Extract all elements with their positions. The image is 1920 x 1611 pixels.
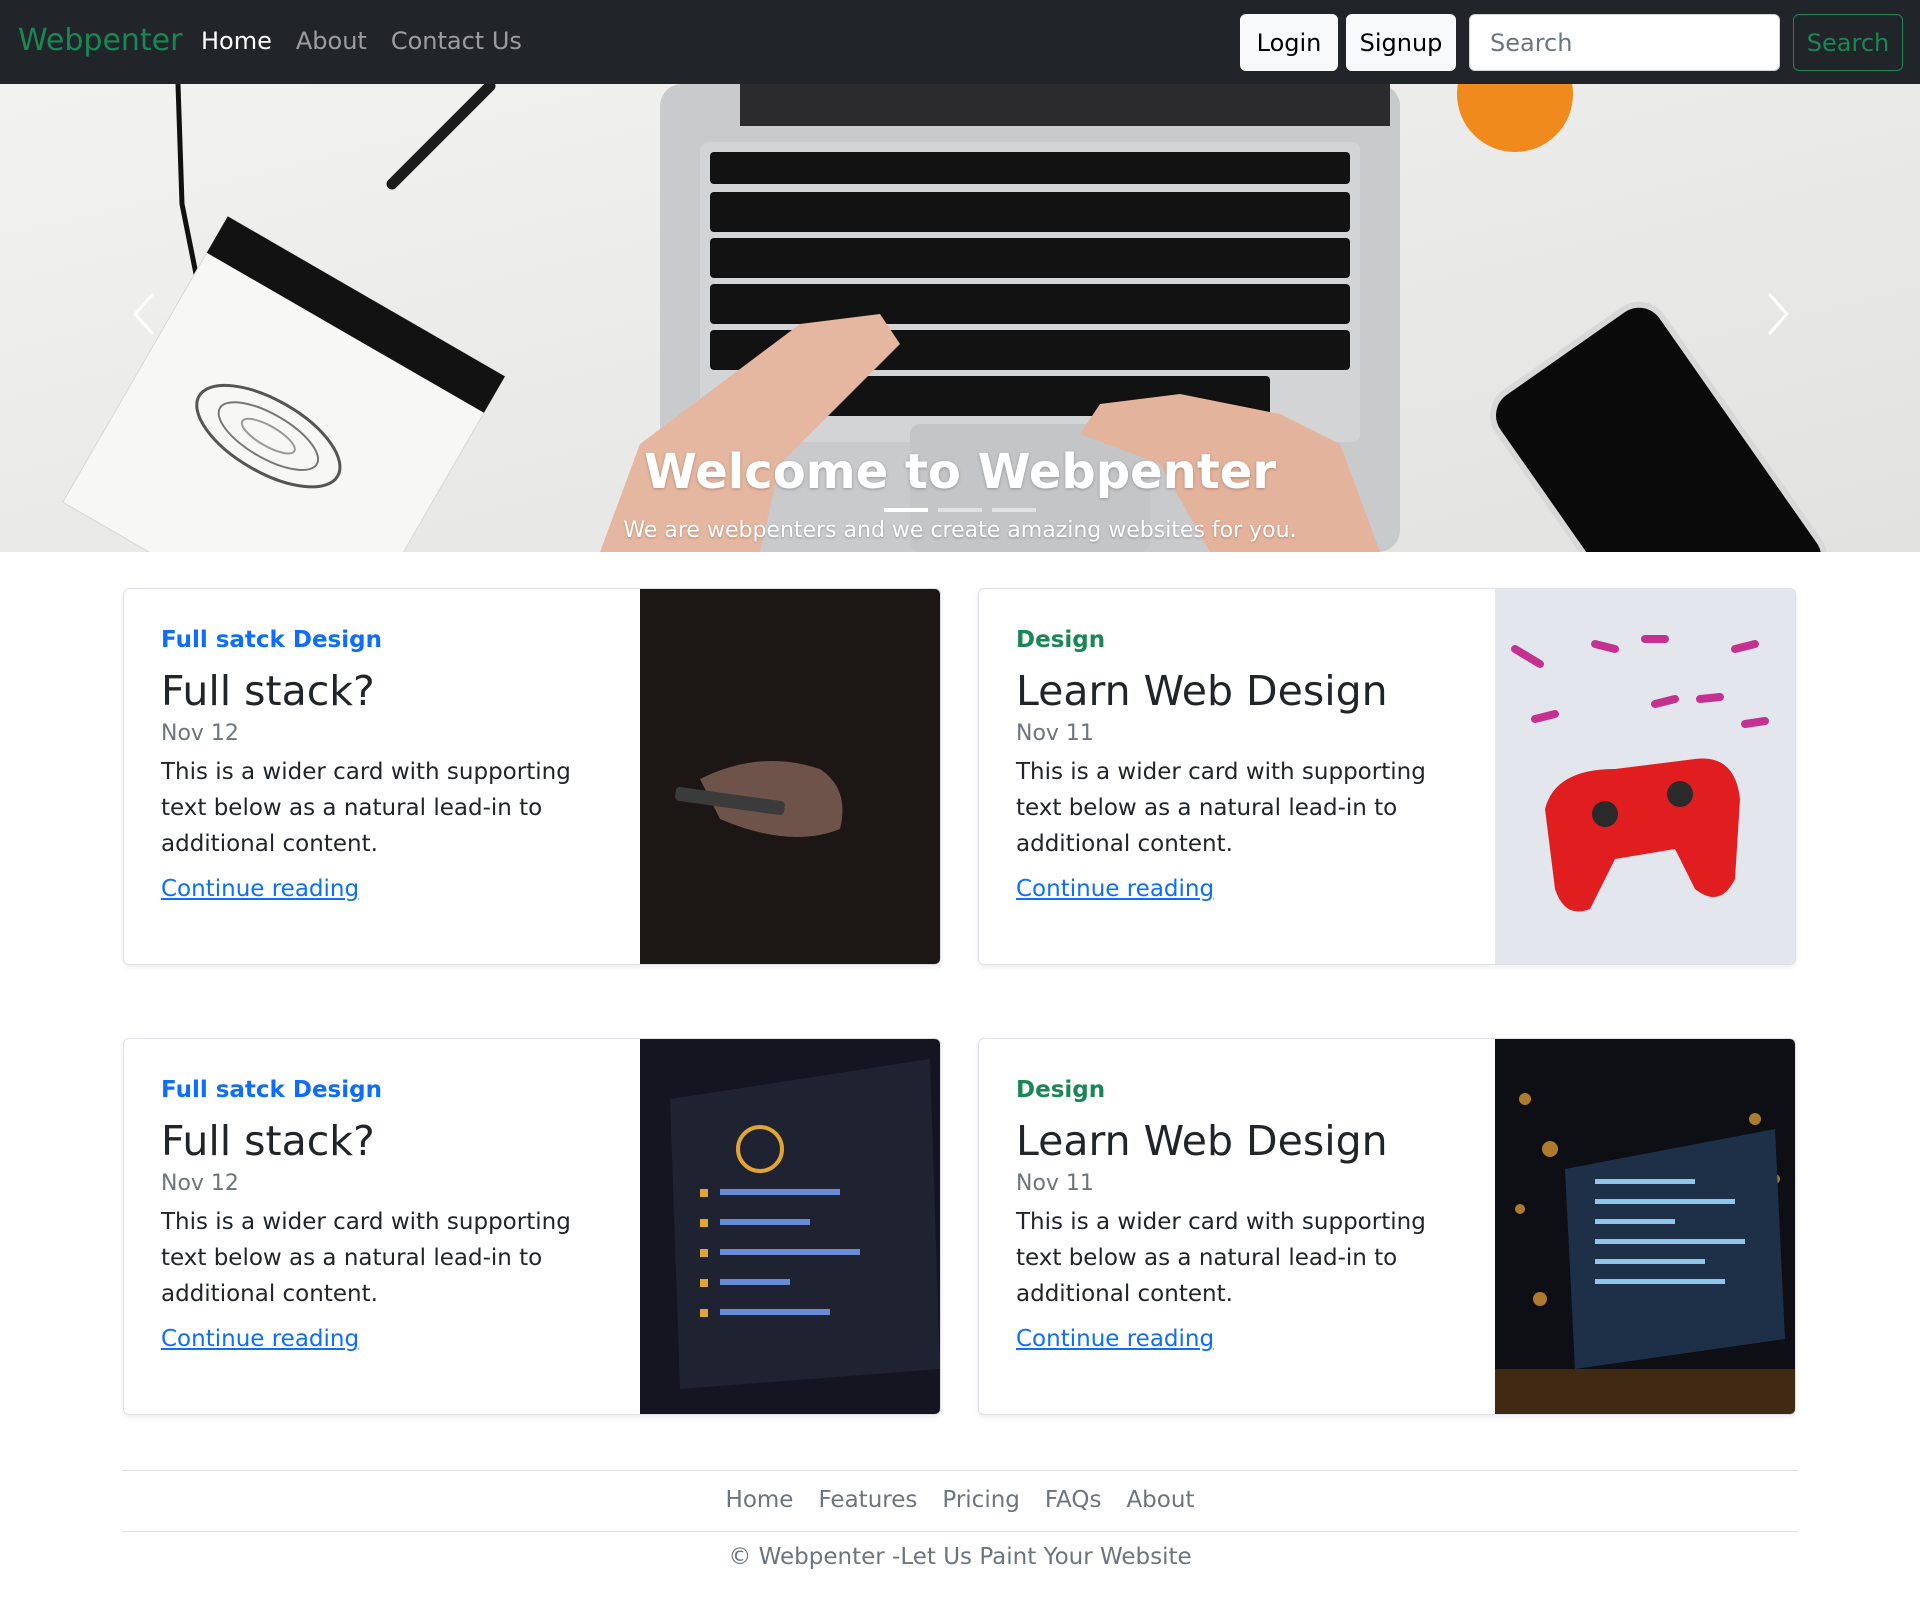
- card-text: This is a wider card with supporting tex…: [161, 1209, 571, 1307]
- card-image-gamepad: [1495, 589, 1795, 964]
- chevron-right-icon[interactable]: [1757, 284, 1797, 344]
- brand-logo[interactable]: Webpenter: [18, 23, 182, 58]
- card-category: Design: [1016, 1077, 1106, 1103]
- card-title: Full stack?: [161, 1117, 375, 1165]
- carousel-indicator-3[interactable]: [992, 508, 1036, 512]
- card-image-laptop-night: [1495, 1039, 1795, 1414]
- card-category: Full satck Design: [161, 627, 382, 653]
- card-title: Full stack?: [161, 667, 375, 715]
- search-input[interactable]: [1469, 14, 1780, 71]
- carousel-indicator-2[interactable]: [938, 508, 982, 512]
- footer-nav: Home Features Pricing FAQs About: [0, 1487, 1920, 1513]
- card-date: Nov 11: [1016, 1171, 1094, 1196]
- nav-link-contact-us[interactable]: Contact Us: [391, 27, 522, 55]
- login-button[interactable]: Login: [1240, 14, 1338, 71]
- card-image-phone-dark: [640, 589, 940, 964]
- footer-link-about[interactable]: About: [1126, 1487, 1194, 1513]
- card-image-laptop-code: [640, 1039, 940, 1414]
- card-category: Design: [1016, 627, 1106, 653]
- card-date: Nov 12: [161, 1171, 239, 1196]
- continue-reading-link[interactable]: Continue reading: [161, 876, 359, 902]
- carousel-indicators: [884, 508, 1036, 512]
- carousel-subtitle: We are webpenters and we create amazing …: [623, 518, 1297, 543]
- footer-divider-bottom: [122, 1531, 1798, 1532]
- blog-card: Design Learn Web Design Nov 11 This is a…: [978, 1038, 1796, 1415]
- card-category: Full satck Design: [161, 1077, 382, 1103]
- card-text: This is a wider card with supporting tex…: [161, 759, 571, 857]
- footer-link-pricing[interactable]: Pricing: [942, 1487, 1020, 1513]
- nav-links: Home About Contact Us: [201, 27, 522, 55]
- signup-button[interactable]: Signup: [1346, 14, 1456, 71]
- card-title: Learn Web Design: [1016, 667, 1388, 715]
- card-text: This is a wider card with supporting tex…: [1016, 1209, 1426, 1307]
- card-date: Nov 11: [1016, 721, 1094, 746]
- search-button[interactable]: Search: [1793, 14, 1903, 71]
- footer-link-faqs[interactable]: FAQs: [1045, 1487, 1102, 1513]
- chevron-left-icon[interactable]: [125, 284, 165, 344]
- continue-reading-link[interactable]: Continue reading: [1016, 876, 1214, 902]
- footer-link-home[interactable]: Home: [726, 1487, 794, 1513]
- card-date: Nov 12: [161, 721, 239, 746]
- navbar: Webpenter Home About Contact Us Login Si…: [0, 0, 1920, 84]
- blog-card: Full satck Design Full stack? Nov 12 Thi…: [123, 588, 941, 965]
- copyright-text: © Webpenter -Let Us Paint Your Website: [728, 1544, 1192, 1570]
- hero-carousel: Welcome to Webpenter We are webpenters a…: [0, 84, 1920, 552]
- card-title: Learn Web Design: [1016, 1117, 1388, 1165]
- card-text: This is a wider card with supporting tex…: [1016, 759, 1426, 857]
- carousel-caption: Welcome to Webpenter We are webpenters a…: [0, 444, 1920, 543]
- carousel-indicator-1[interactable]: [884, 508, 928, 512]
- nav-link-about[interactable]: About: [296, 27, 367, 55]
- continue-reading-link[interactable]: Continue reading: [1016, 1326, 1214, 1352]
- nav-link-home[interactable]: Home: [201, 27, 272, 55]
- blog-card: Design Learn Web Design Nov 11 This is a…: [978, 588, 1796, 965]
- carousel-title: Welcome to Webpenter: [644, 444, 1276, 500]
- footer-link-features[interactable]: Features: [818, 1487, 917, 1513]
- continue-reading-link[interactable]: Continue reading: [161, 1326, 359, 1352]
- footer-divider-top: [122, 1470, 1798, 1471]
- blog-card: Full satck Design Full stack? Nov 12 Thi…: [123, 1038, 941, 1415]
